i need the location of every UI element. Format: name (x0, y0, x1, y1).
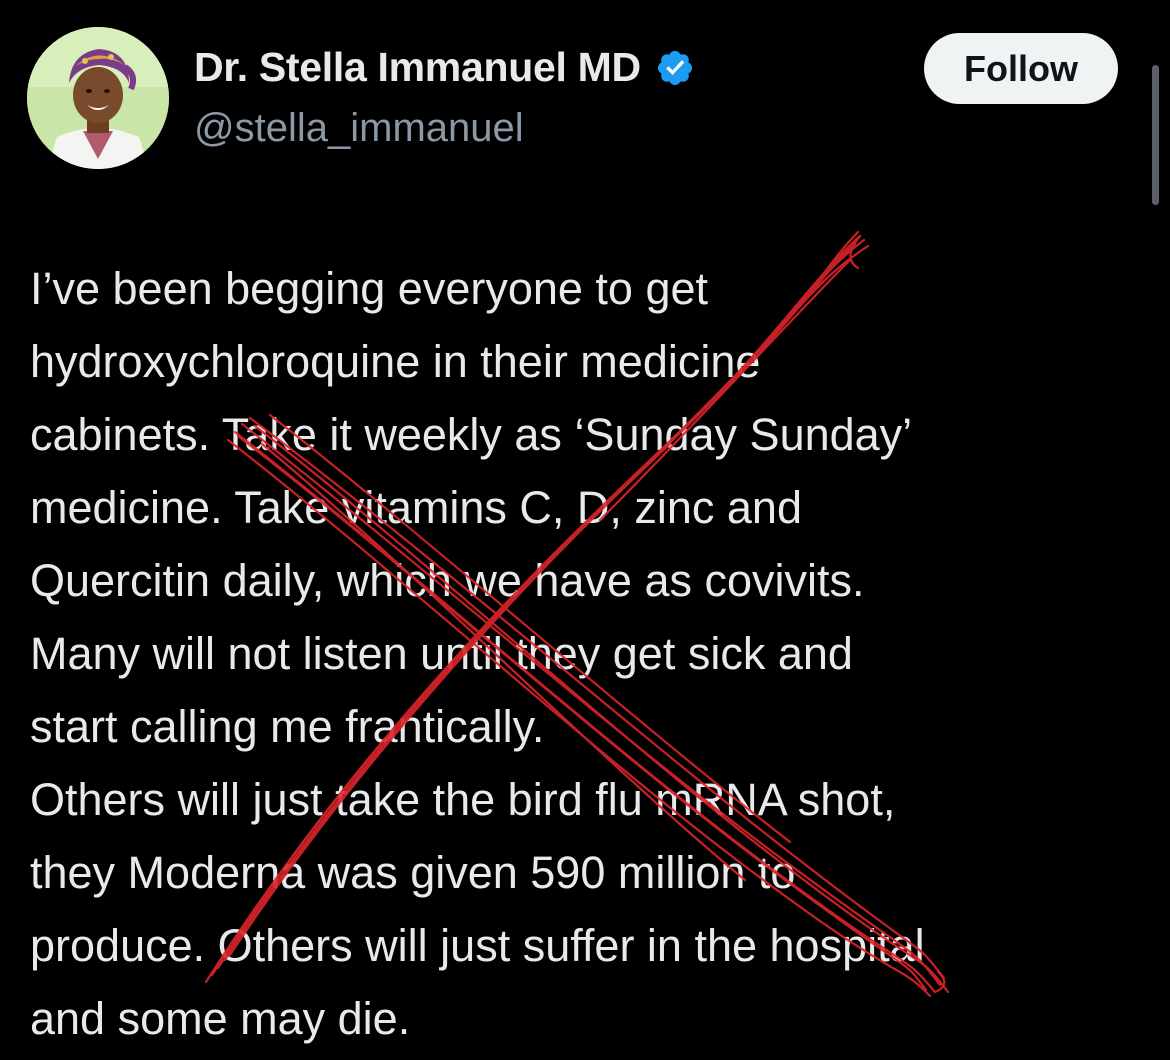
avatar-photo-icon (27, 27, 169, 169)
tweet-text-line: Quercitin daily, which we have as covivi… (30, 555, 865, 606)
tweet-text: I’ve been begging everyone to get hydrox… (30, 252, 1150, 1055)
tweet-text-line: cabinets. Take it weekly as ‘Sunday Sund… (30, 409, 913, 460)
tweet-text-line: I’ve been begging everyone to get (30, 263, 709, 314)
tweet-text-line: medicine. Take vitamins C, D, zinc and (30, 482, 802, 533)
author-avatar[interactable] (27, 27, 169, 169)
tweet-card: Dr. Stella Immanuel MD @stella_immanuel … (0, 0, 1170, 1060)
scrollbar-thumb[interactable] (1152, 65, 1159, 205)
tweet-text-line: produce. Others will just suffer in the … (30, 920, 925, 971)
author-display-name[interactable]: Dr. Stella Immanuel MD (194, 44, 641, 91)
follow-button[interactable]: Follow (924, 33, 1118, 104)
tweet-text-line: Others will just take the bird flu mRNA … (30, 774, 896, 825)
verified-badge-icon (657, 50, 692, 85)
author-handle[interactable]: @stella_immanuel (194, 106, 524, 151)
author-name-row: Dr. Stella Immanuel MD (194, 44, 695, 91)
tweet-text-line: they Moderna was given 590 million to (30, 847, 796, 898)
tweet-text-line: start calling me frantically. (30, 701, 545, 752)
tweet-text-line: Many will not listen until they get sick… (30, 628, 853, 679)
tweet-text-line: hydroxychloroquine in their medicine (30, 336, 761, 387)
tweet-text-line: and some may die. (30, 993, 411, 1044)
